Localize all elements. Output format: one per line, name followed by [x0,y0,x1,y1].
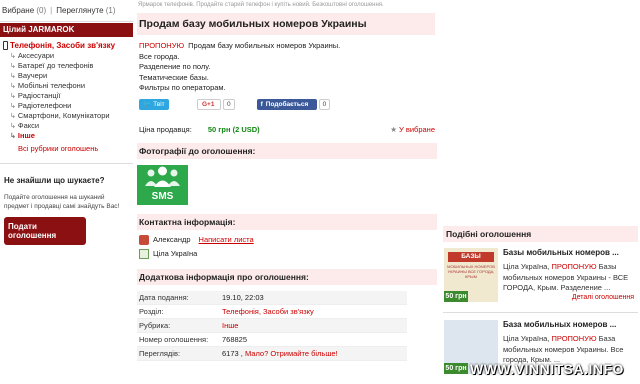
ad-photo-thumbnail[interactable]: SMS [137,164,188,205]
not-found-title: Не знайшли що шукаєте? [4,176,105,185]
price-label: Ціна продавця: [139,125,192,134]
top-links: Вибране (0) | Переглянуте (1) [0,0,133,22]
facebook-icon: f [260,100,263,108]
similar-ad-desc: Ціла Україна, ПРОПОНУЮ Базы мобильных но… [503,262,629,292]
similar-ad-title[interactable]: Базы мобильных номеров ... [503,248,638,257]
table-row: Рубрика: Інше [137,318,407,333]
contact-name: Александр [153,235,191,244]
sidebar-item-active[interactable]: ↳ Інше [0,131,133,141]
phone-icon [3,41,8,50]
sidebar-item[interactable]: ↳ Факси [0,121,133,131]
facebook-like-button[interactable]: f Подобається [256,98,317,110]
table-row: Дата подання: 19.10, 22:03 [137,290,407,305]
write-letter-link[interactable]: Написати листа [199,235,254,244]
sidebar-item[interactable]: ↳ Радіотелефони [0,101,133,111]
sidebar-item[interactable]: ↳ Ваучери [0,71,133,81]
twitter-icon: 🐦 [143,101,152,108]
not-found-text: Подайте оголошення на шуканий предмет і … [4,194,120,210]
sidebar-category-phones[interactable]: Телефонія, Засоби зв'язку [0,40,133,51]
ad-title: Продам базу мобильных номеров Украины [137,13,435,35]
similar-ad-image[interactable]: БАЗЫ МОБИЛЬНЫХ НОМЕРОВ УКРАИНЫ ВСЕ ГОРОД… [444,248,498,302]
contact-location: Ціла Україна [153,249,198,258]
rubric-link[interactable]: Інше [220,318,407,333]
map-icon [139,248,149,259]
sidebar-heading[interactable]: Цілий JARMAROK [0,23,133,37]
extra-info-table: Дата подання: 19.10, 22:03 Розділ: Телефон… [137,290,407,361]
price-value: 50 грн (2 USD) [207,125,260,134]
similar-ad-title[interactable]: База мобильных номеров ... [503,320,638,329]
site-watermark: WWW.VINNITSA.INFO [470,361,624,377]
thumbnail-text: SMS [151,190,174,202]
gplus-button[interactable]: G+1 [197,98,221,110]
offer-tag: ПРОПОНУЮ [139,41,185,50]
social-buttons: 🐦 Твіт G+1 0 f Подобається 0 [139,98,640,111]
ad-details-link[interactable]: Деталі оголошення [572,294,634,301]
get-more-views-link[interactable]: Мало? Отримайте більше! [245,349,338,358]
sidebar-item[interactable]: ↳ Батареї до телефонів [0,61,133,71]
favorites-link[interactable]: Вибране (0) [2,6,46,15]
contact-section-title: Контактна інформація: [137,213,437,230]
similar-ads-title: Подібні оголошення [443,226,638,242]
extra-info-title: Додаткова інформація про оголошення: [137,268,437,285]
facebook-count: 0 [318,98,331,110]
people-icon [145,166,180,187]
similar-ad-price: 50 грн [444,291,468,302]
gplus-count: 0 [223,98,235,110]
table-row: Номер оголошення: 768825 [137,332,407,347]
table-row: Розділ: Телефонія, Засоби зв'язку [137,304,407,319]
site-notice: Ярмарок телефонів. Продайте старий телеф… [138,2,384,8]
section-link[interactable]: Телефонія, Засоби зв'язку [220,304,407,319]
sidebar-item[interactable]: ↳ Радіостанції [0,91,133,101]
all-rubrics-link[interactable]: Всі рубрики оголошень [0,143,133,155]
price-row: Ціна продавця: 50 грн (2 USD) ★ У вибран… [139,124,435,136]
star-icon: ★ [390,124,397,134]
sidebar: Вибране (0) | Переглянуте (1) Цілий JARM… [0,0,133,384]
sidebar-item[interactable]: ↳ Мобільні телефони [0,81,133,91]
table-row: Переглядів: 6173 , Мало? Отримайте більше… [137,346,407,361]
ad-description: ПРОПОНУЮ Продам базу мобильных номеров У… [139,41,341,92]
post-ad-button[interactable]: Подати оголошення [4,217,86,245]
add-favorite-link[interactable]: ★ У вибране [390,125,435,134]
person-icon [139,234,149,245]
similar-ad-price: 50 грн [444,363,468,374]
similar-ad-card[interactable]: БАЗЫ МОБИЛЬНЫХ НОМЕРОВ УКРАИНЫ ВСЕ ГОРОД… [443,246,638,308]
sidebar-item[interactable]: ↳ Смартфони, Комунікатори [0,111,133,121]
photos-section-title: Фотографії до оголошення: [137,142,437,159]
tweet-button[interactable]: 🐦 Твіт [139,98,169,110]
viewed-link[interactable]: Переглянуте (1) [56,6,115,15]
sidebar-item[interactable]: ↳ Аксесуари [0,51,133,61]
